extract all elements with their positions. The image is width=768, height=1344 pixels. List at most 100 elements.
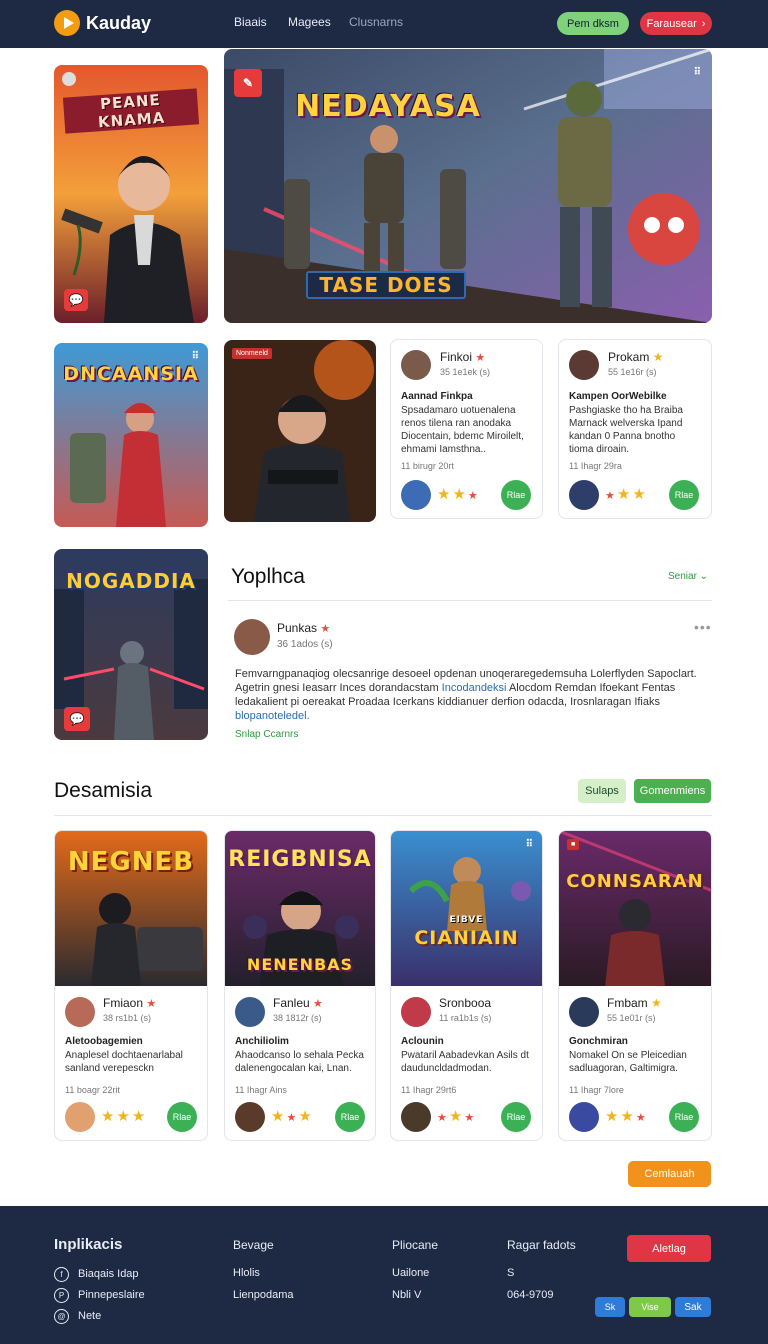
hero-main-subtitle: TASE DOES bbox=[306, 271, 466, 299]
card-username: Fanleu ★ bbox=[273, 996, 323, 1010]
footer-link[interactable]: Nbli V bbox=[392, 1289, 421, 1301]
post-title: Aannad Finkpa bbox=[401, 391, 473, 402]
card-date: 11 Ihagr Ains bbox=[235, 1085, 287, 1095]
post-title: Kampen OorWebilke bbox=[569, 391, 667, 402]
pin-icon: P bbox=[54, 1288, 69, 1303]
hero-main-banner[interactable]: NEDAYASA TASE DOES ✎ ⠿ bbox=[224, 49, 712, 323]
star-icon: ★ bbox=[313, 998, 323, 1010]
post-card-1[interactable]: Finkoi ★ 35 1e1ek (s) Aannad Finkpa Spsa… bbox=[390, 339, 543, 519]
hero-left-poster[interactable]: PEANE KNAMA 💬 bbox=[54, 65, 208, 323]
chat-bubble-icon[interactable]: 💬 bbox=[64, 289, 88, 311]
game-card-2-title: REIGBNISA bbox=[228, 847, 372, 872]
app-badge-icon: ✎ bbox=[234, 69, 262, 97]
card-meta: 38 1812r (s) bbox=[273, 1013, 322, 1023]
avatar bbox=[234, 619, 270, 655]
post-meta: 55 1e16r (s) bbox=[608, 367, 657, 377]
footer-link[interactable]: Lienpodama bbox=[233, 1289, 294, 1301]
rating-stars-icon: ★★★ bbox=[437, 1108, 477, 1125]
grid-menu-icon[interactable]: ⠿ bbox=[192, 351, 200, 362]
card-meta: 55 1e01r (s) bbox=[607, 1013, 656, 1023]
chevron-down-icon: ⌄ bbox=[696, 571, 709, 582]
card-title: Aclounin bbox=[401, 1036, 444, 1047]
top-navbar: Kauday Biaais Magees Clusnarns Pem dksm … bbox=[0, 0, 768, 48]
star-icon: ★ bbox=[651, 996, 662, 1010]
avatar bbox=[235, 997, 265, 1027]
star-icon: ★ bbox=[320, 623, 331, 635]
feature-poster-title: NOGADDIA bbox=[66, 569, 196, 593]
app-store-badge-3[interactable]: Sak bbox=[675, 1297, 711, 1317]
chevron-right-icon: › bbox=[701, 17, 706, 30]
avatar bbox=[569, 480, 599, 510]
section-title: Desamisia bbox=[54, 779, 153, 802]
see-all-link[interactable]: Seniar ⌄ bbox=[668, 571, 708, 582]
card-date: 11 Ihagr 29rt6 bbox=[401, 1085, 457, 1095]
app-store-badge-2[interactable]: Vise bbox=[629, 1297, 671, 1317]
green-nav-button[interactable]: Pem dksm bbox=[557, 12, 629, 35]
section-title: Yoplhca bbox=[231, 565, 305, 588]
footer-link[interactable]: Pinnepeslaire bbox=[78, 1289, 145, 1301]
hero-main-title: NEDAYASA bbox=[295, 89, 481, 124]
footer: Inplikacis f Biaqais Idap P Pinnepeslair… bbox=[0, 1206, 768, 1344]
post-action-button[interactable]: Rlae bbox=[669, 480, 699, 510]
footer-text: S bbox=[507, 1267, 515, 1279]
avatar bbox=[569, 1102, 599, 1132]
star-icon: ★ bbox=[652, 350, 664, 364]
nav-link-2[interactable]: Magees bbox=[288, 15, 331, 29]
card-username: Fmbam ★ bbox=[607, 996, 662, 1010]
post-username: Punkas ★ bbox=[277, 621, 331, 635]
footer-link[interactable]: Nete bbox=[78, 1310, 101, 1322]
footer-brand: Inplikacis bbox=[54, 1236, 123, 1253]
rating-stars-icon: ★★★ bbox=[605, 1108, 648, 1125]
post-meta: 35 1e1ek (s) bbox=[440, 367, 491, 377]
more-options-icon[interactable]: ••• bbox=[694, 619, 712, 635]
game-card-2-subtitle: NENENBAS bbox=[246, 955, 354, 974]
game-card-2[interactable]: REIGBNISA NENENBAS Fanleu ★ 38 1812r (s)… bbox=[224, 830, 376, 1141]
footer-link[interactable]: Hlolis bbox=[233, 1267, 260, 1279]
game-tile-2-tag: Nonmeeld bbox=[232, 348, 272, 359]
game-card-4[interactable]: ■ CONNSARAN Fmbam ★ 55 1e01r (s) Gonchmi… bbox=[558, 830, 712, 1141]
nav-link-1[interactable]: Biaais bbox=[234, 15, 267, 29]
post-meta: 36 1ados (s) bbox=[277, 639, 333, 650]
grid-menu-icon[interactable]: ⠿ bbox=[694, 67, 702, 78]
game-tile-1[interactable]: DNCAANSIA ⠿ bbox=[54, 343, 208, 527]
brand-name: Kauday bbox=[86, 12, 152, 33]
avatar bbox=[65, 1102, 95, 1132]
card-title: Gonchmiran bbox=[569, 1036, 628, 1047]
post-card-2[interactable]: Prokam ★ 55 1e16r (s) Kampen OorWebilke … bbox=[558, 339, 712, 519]
card-date: 11 Ihagr 7lore bbox=[569, 1085, 624, 1095]
footer-heading: Pliocane bbox=[392, 1238, 439, 1252]
filter-pill-2[interactable]: Gomenmiens bbox=[634, 779, 711, 803]
game-card-1[interactable]: NEGNEB Fmiaon ★ 38 rs1b1 (s) Aletoobagem… bbox=[54, 830, 208, 1141]
card-body: Nomakel On se Pleicedian sadluagoran, Ga… bbox=[569, 1050, 687, 1074]
read-more-link[interactable]: Snlap Ccarnrs bbox=[235, 729, 298, 740]
footer-link[interactable]: Uailone bbox=[392, 1267, 429, 1279]
filter-pill-1[interactable]: Sulaps bbox=[578, 779, 626, 803]
brand-logo[interactable]: Kauday bbox=[54, 10, 151, 36]
post-date: 11 Ihagr 29ra bbox=[569, 461, 622, 471]
avatar bbox=[401, 1102, 431, 1132]
card-action-button[interactable]: Rlae bbox=[669, 1102, 699, 1132]
footer-link[interactable]: Biaqais Idap bbox=[78, 1268, 139, 1280]
game-card-3-title: CIANIAIN bbox=[414, 927, 519, 949]
footer-text: 064-9709 bbox=[507, 1289, 554, 1301]
feature-poster[interactable]: NOGADDIA 💬 bbox=[54, 549, 208, 740]
footer-cta-button[interactable]: Aletlag bbox=[627, 1235, 711, 1262]
continue-button[interactable]: Cemlauah bbox=[628, 1161, 711, 1187]
card-action-button[interactable]: Rlae bbox=[335, 1102, 365, 1132]
chat-bubble-icon[interactable]: 💬 bbox=[64, 707, 90, 731]
inline-link[interactable]: blopanoteledel. bbox=[235, 710, 310, 722]
game-card-3[interactable]: EIBVE CIANIAIN ⠿ Sronbooa 11 ra1b1s (s) … bbox=[390, 830, 543, 1141]
post-action-button[interactable]: Rlae bbox=[501, 480, 531, 510]
app-store-badge-1[interactable]: Sk bbox=[595, 1297, 625, 1317]
post-date: 11 birugr 20rt bbox=[401, 461, 454, 471]
inline-link[interactable]: Incodandeksi bbox=[442, 682, 507, 694]
red-nav-button-label: Farausear bbox=[646, 17, 697, 30]
divider bbox=[228, 600, 712, 601]
card-action-button[interactable]: Rlae bbox=[167, 1102, 197, 1132]
red-nav-button[interactable]: Farausear › bbox=[640, 12, 712, 35]
grid-menu-icon[interactable]: ⠿ bbox=[526, 839, 534, 850]
game-tile-2[interactable]: Nonmeeld bbox=[224, 340, 376, 522]
card-title: Anchiliolim bbox=[235, 1036, 289, 1047]
card-action-button[interactable]: Rlae bbox=[501, 1102, 531, 1132]
nav-link-3[interactable]: Clusnarns bbox=[349, 15, 403, 29]
